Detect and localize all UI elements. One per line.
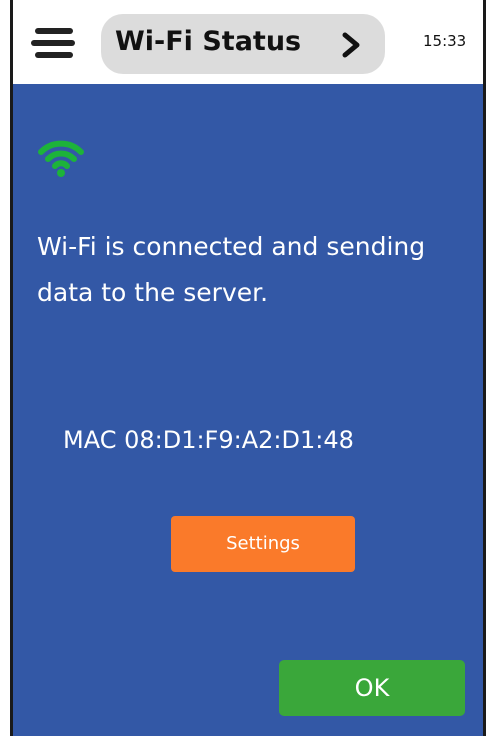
ok-button[interactable]: OK	[279, 660, 465, 716]
chevron-right-icon	[342, 32, 360, 58]
title-button[interactable]: Wi-Fi Status	[101, 14, 385, 74]
header-bar: Wi-Fi Status 15:33	[13, 0, 483, 84]
status-panel: Wi-Fi is connected and sending data to t…	[13, 84, 483, 736]
wifi-icon	[38, 140, 84, 177]
clock-time: 15:33	[423, 32, 467, 50]
status-message: Wi-Fi is connected and sending data to t…	[37, 232, 426, 307]
page-title: Wi-Fi Status	[115, 26, 302, 57]
device-screen: Wi-Fi Status 15:33 Wi-Fi is connected an…	[10, 0, 486, 736]
hamburger-menu-icon[interactable]	[31, 28, 79, 58]
mac-address: MAC 08:D1:F9:A2:D1:48	[63, 426, 354, 454]
settings-button[interactable]: Settings	[171, 516, 355, 572]
